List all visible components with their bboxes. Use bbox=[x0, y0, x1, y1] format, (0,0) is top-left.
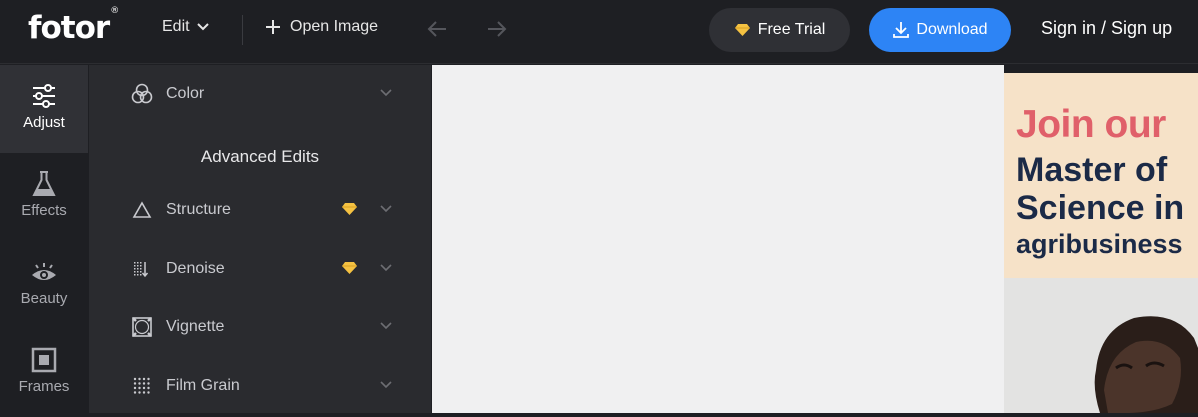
grain-icon bbox=[131, 375, 153, 397]
nav-label-effects: Effects bbox=[21, 202, 67, 219]
color-label: Color bbox=[166, 85, 205, 102]
nav-item-frames[interactable]: Frames bbox=[0, 329, 88, 417]
download-button[interactable]: Download bbox=[869, 8, 1011, 52]
ad-photo bbox=[1004, 278, 1198, 413]
ad-heading-line2: Master of bbox=[1016, 151, 1168, 189]
section-title-advanced-edits: Advanced Edits bbox=[200, 147, 320, 166]
premium-diamond-icon bbox=[342, 262, 357, 274]
ad-heading-line1: Join our bbox=[1016, 103, 1166, 146]
chevron-down-icon bbox=[196, 23, 209, 31]
edit-menu[interactable]: Edit bbox=[162, 18, 210, 36]
frame-icon bbox=[31, 347, 57, 373]
color-row[interactable]: Color bbox=[89, 74, 431, 114]
nav-item-effects[interactable]: Effects bbox=[0, 153, 88, 241]
nav-item-beauty[interactable]: Beauty bbox=[0, 241, 88, 329]
structure-label: Structure bbox=[166, 201, 231, 218]
top-bar: fotor® Edit Open Image Free Trial Downlo… bbox=[0, 0, 1198, 64]
plus-icon bbox=[266, 20, 280, 34]
vignette-icon bbox=[131, 316, 153, 338]
nav-label-frames: Frames bbox=[18, 378, 70, 395]
eye-icon bbox=[32, 263, 56, 280]
chevron-down-icon bbox=[380, 89, 392, 97]
download-icon bbox=[893, 22, 910, 38]
logo-text: fotor bbox=[28, 10, 110, 46]
toolbar-divider bbox=[242, 15, 243, 45]
chevron-down-icon bbox=[380, 322, 392, 330]
redo-arrow-icon[interactable] bbox=[486, 19, 508, 39]
film-grain-label: Film Grain bbox=[166, 377, 240, 394]
vignette-row[interactable]: Vignette bbox=[89, 307, 431, 347]
left-nav: Adjust Effects Beauty Frames bbox=[0, 65, 88, 413]
chevron-down-icon bbox=[380, 205, 392, 213]
sign-in-link[interactable]: Sign in / Sign up bbox=[1041, 18, 1172, 39]
edit-menu-label: Edit bbox=[162, 18, 190, 35]
structure-row[interactable]: Structure bbox=[89, 190, 431, 230]
flask-icon bbox=[32, 171, 56, 196]
free-trial-button[interactable]: Free Trial bbox=[709, 8, 850, 52]
undo-arrow-icon[interactable] bbox=[426, 19, 448, 39]
triangle-icon bbox=[131, 199, 153, 221]
nav-label-adjust: Adjust bbox=[23, 114, 65, 131]
vignette-label: Vignette bbox=[166, 318, 225, 335]
diamond-icon bbox=[734, 24, 750, 36]
sliders-icon bbox=[33, 84, 55, 108]
film-grain-row[interactable]: Film Grain bbox=[89, 366, 431, 406]
denoise-label: Denoise bbox=[166, 260, 225, 277]
ad-heading-line3: Science in bbox=[1016, 189, 1185, 227]
free-trial-label: Free Trial bbox=[757, 21, 826, 38]
premium-diamond-icon bbox=[342, 203, 357, 215]
denoise-row[interactable]: Denoise bbox=[89, 249, 431, 289]
adjust-panel: Color Advanced Edits Structure Denoise V… bbox=[89, 65, 431, 413]
ad-text-panel: Join our Master of Science in agribusine… bbox=[1004, 73, 1198, 278]
fotor-logo[interactable]: fotor® bbox=[28, 6, 119, 46]
advertisement-banner[interactable]: Join our Master of Science in agribusine… bbox=[1004, 65, 1198, 413]
chevron-down-icon bbox=[380, 381, 392, 389]
nav-label-beauty: Beauty bbox=[20, 290, 68, 307]
open-image-label: Open Image bbox=[290, 18, 379, 35]
chevron-down-icon bbox=[380, 264, 392, 272]
ad-heading-line4: agribusiness bbox=[1016, 229, 1183, 259]
open-image-button[interactable]: Open Image bbox=[264, 18, 378, 36]
person-portrait-image bbox=[1094, 316, 1198, 413]
image-canvas[interactable] bbox=[432, 65, 1004, 413]
logo-registered-mark: ® bbox=[110, 5, 119, 16]
download-label: Download bbox=[916, 21, 988, 38]
nav-item-adjust[interactable]: Adjust bbox=[0, 65, 88, 153]
denoise-icon bbox=[131, 258, 153, 280]
color-circles-icon bbox=[131, 83, 153, 105]
